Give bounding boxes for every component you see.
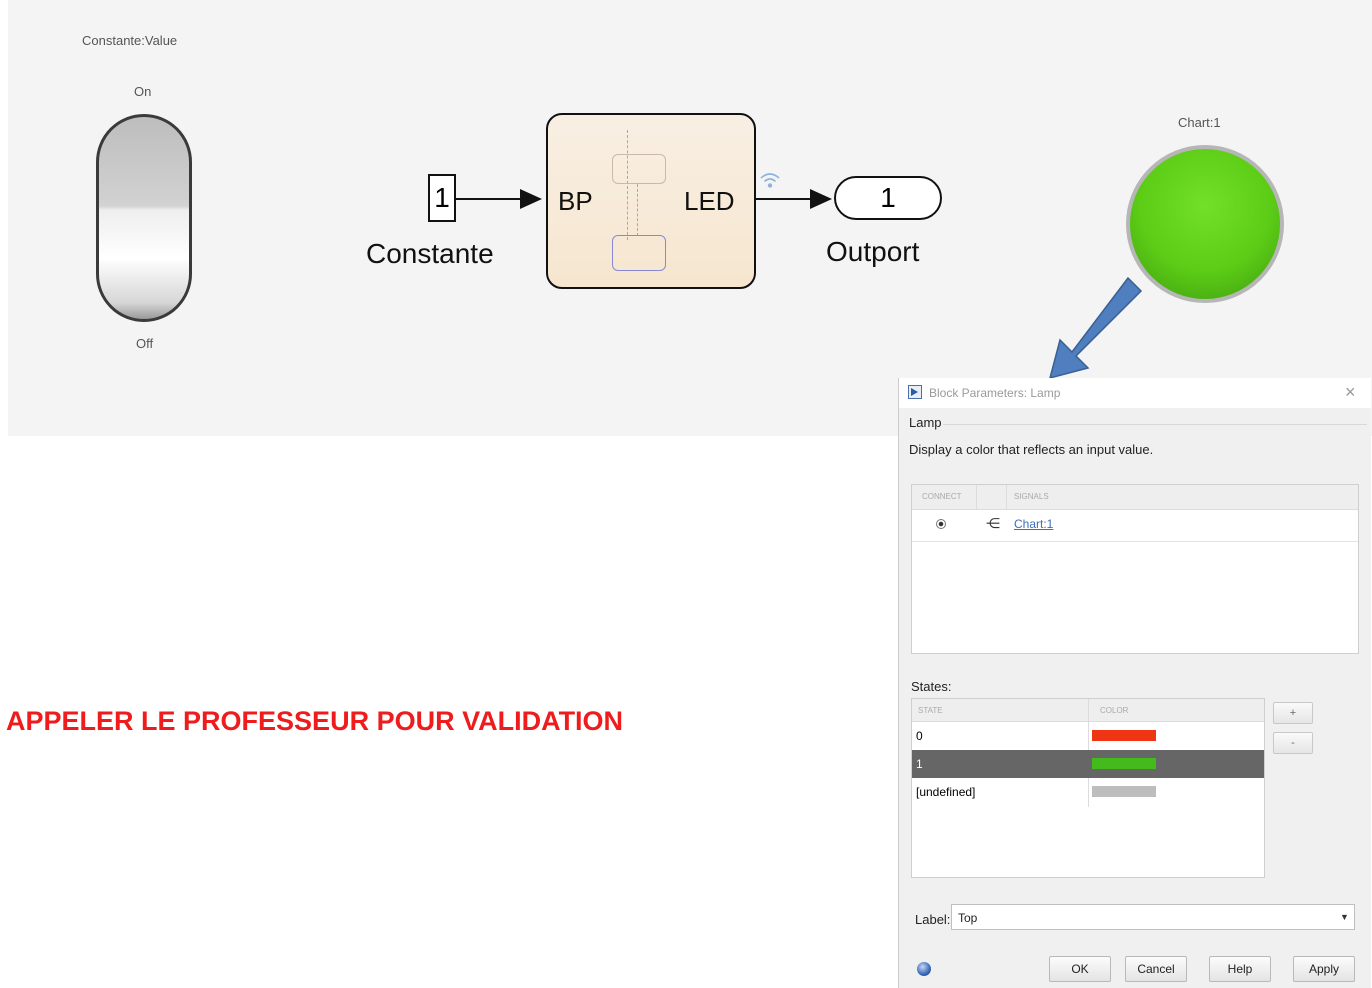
add-state-button[interactable]: + bbox=[1273, 702, 1313, 724]
row-divider bbox=[912, 541, 1358, 542]
close-icon[interactable]: × bbox=[1345, 382, 1356, 403]
toggle-off-label: Off bbox=[136, 336, 154, 351]
states-label: States: bbox=[911, 679, 952, 694]
toggle-on-label: On bbox=[134, 84, 152, 99]
signal-arrowhead bbox=[810, 189, 832, 209]
chart-state-preview bbox=[612, 154, 666, 184]
signal-line bbox=[756, 198, 812, 200]
column-header-color: COLOR bbox=[1100, 706, 1129, 715]
help-icon[interactable] bbox=[917, 962, 931, 976]
signal-logging-icon[interactable] bbox=[756, 168, 784, 196]
column-header-connect: CONNECT bbox=[922, 492, 962, 501]
cancel-button[interactable]: Cancel bbox=[1125, 956, 1187, 982]
state-value: [undefined] bbox=[916, 785, 976, 799]
lamp-title: Chart:1 bbox=[1178, 115, 1221, 130]
column-header-signals: SIGNALS bbox=[1014, 492, 1049, 501]
signal-link[interactable]: Chart:1 bbox=[1014, 517, 1053, 531]
constant-block-label: Constante bbox=[366, 238, 494, 269]
state-color-swatch[interactable] bbox=[1092, 758, 1156, 769]
column-divider bbox=[976, 485, 977, 509]
annotation-arrow-icon bbox=[1048, 276, 1143, 380]
chart-transition-line bbox=[637, 184, 638, 236]
toggle-switch[interactable] bbox=[96, 114, 192, 322]
toggle-title: Constante:Value bbox=[82, 33, 178, 48]
signals-table: CONNECT SIGNALS ⋲ Chart:1 bbox=[911, 484, 1359, 654]
state-row[interactable]: [undefined] bbox=[912, 778, 1264, 806]
dialog-title: Block Parameters: Lamp bbox=[929, 386, 1061, 400]
outport-block-label: Outport bbox=[826, 236, 920, 267]
chart-input-port-label: BP bbox=[558, 186, 593, 216]
ok-button[interactable]: OK bbox=[1049, 956, 1111, 982]
state-row-selected[interactable]: 1 bbox=[912, 750, 1264, 778]
signal-arrowhead bbox=[520, 189, 542, 209]
column-divider bbox=[1006, 485, 1007, 509]
block-parameters-dialog: Block Parameters: Lamp × Lamp Display a … bbox=[898, 378, 1371, 988]
dialog-section-title: Lamp bbox=[909, 415, 942, 430]
state-color-swatch[interactable] bbox=[1092, 730, 1156, 741]
label-position-value: Top bbox=[958, 911, 978, 925]
chevron-down-icon: ▼ bbox=[1340, 912, 1349, 922]
connect-radio[interactable] bbox=[936, 519, 946, 529]
section-divider bbox=[943, 424, 1367, 425]
chart-state-preview bbox=[612, 235, 666, 271]
help-button[interactable]: Help bbox=[1209, 956, 1271, 982]
chart-output-port-label: LED bbox=[684, 186, 735, 216]
signals-table-header: CONNECT SIGNALS bbox=[912, 485, 1358, 510]
signal-connector-icon: ⋲ bbox=[986, 515, 1000, 531]
label-position-select[interactable]: Top ▼ bbox=[951, 904, 1355, 930]
column-header-state: STATE bbox=[918, 706, 943, 715]
outport-block[interactable]: 1 bbox=[834, 176, 942, 220]
states-table: STATE COLOR 0 1 [undefined] bbox=[911, 698, 1265, 878]
label-field-label: Label: bbox=[915, 912, 951, 927]
validation-message: APPELER LE PROFESSEUR POUR VALIDATION bbox=[6, 706, 624, 736]
state-value: 1 bbox=[916, 757, 923, 771]
constant-block[interactable]: 1 bbox=[428, 174, 456, 222]
state-color-swatch[interactable] bbox=[1092, 786, 1156, 797]
state-value: 0 bbox=[916, 729, 923, 743]
remove-state-button[interactable]: - bbox=[1273, 732, 1313, 754]
state-row[interactable]: 0 bbox=[912, 722, 1264, 750]
simulink-block-icon bbox=[908, 385, 922, 399]
chart-transition-line bbox=[627, 130, 628, 240]
signal-line bbox=[456, 198, 522, 200]
apply-button[interactable]: Apply bbox=[1293, 956, 1355, 982]
dialog-description: Display a color that reflects an input v… bbox=[909, 442, 1154, 457]
